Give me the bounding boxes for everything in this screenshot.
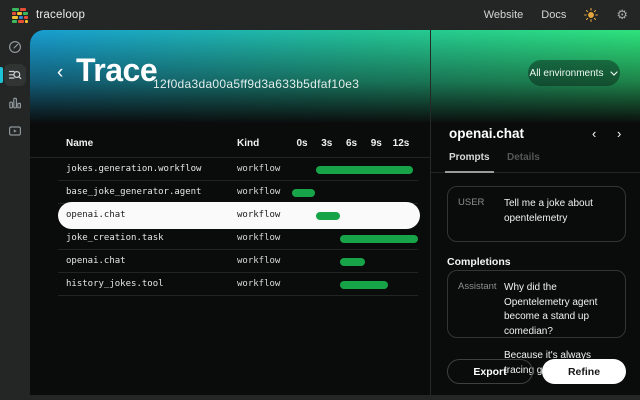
detail-actions: Export Refine — [447, 359, 626, 384]
app-window: traceloop Website Docs ⚙ — [0, 0, 640, 400]
span-detail-panel: openai.chat ‹ › Prompts Details USER Tel… — [430, 30, 640, 395]
docs-link[interactable]: Docs — [541, 9, 566, 21]
website-link[interactable]: Website — [484, 9, 524, 21]
span-kind: workflow — [237, 181, 280, 204]
trace-table-row[interactable]: history_jokes.tool workflow — [30, 273, 430, 296]
tab-prompts[interactable]: Prompts — [445, 152, 494, 173]
trace-table-row[interactable]: base_joke_generator.agent workflow — [30, 181, 430, 204]
tab-details[interactable]: Details — [505, 152, 542, 171]
gauge-icon — [8, 40, 22, 54]
span-duration-bar — [316, 212, 340, 220]
timeline-tick: 9s — [371, 130, 382, 157]
topbar: traceloop Website Docs ⚙ — [0, 0, 640, 30]
traceloop-logo-icon — [12, 8, 29, 23]
sidebar-item-playground[interactable] — [4, 120, 26, 142]
export-button[interactable]: Export — [447, 359, 533, 384]
next-span-chevron-icon[interactable]: › — [617, 126, 621, 141]
sidebar-item-dashboard[interactable] — [4, 36, 26, 58]
column-header-kind: Kind — [237, 130, 259, 157]
brand: traceloop — [12, 8, 85, 23]
span-duration-bar — [340, 235, 418, 243]
brand-name: traceloop — [36, 9, 85, 21]
settings-gear-icon[interactable]: ⚙ — [616, 9, 628, 22]
span-name: openai.chat — [66, 250, 126, 273]
topbar-links: Website Docs ⚙ — [484, 8, 628, 22]
timeline-tick: 0s — [296, 130, 307, 157]
back-chevron-icon[interactable]: ‹ — [57, 63, 63, 82]
trace-id: 12f0da3da00a5ff9d3a633b5dfaf10e3 — [153, 77, 359, 91]
bar-chart-icon — [8, 96, 22, 110]
trace-rows: jokes.generation.workflowworkflowbase_jo… — [30, 158, 430, 296]
span-name: base_joke_generator.agent — [66, 181, 201, 204]
timeline-tick: 12s — [393, 130, 410, 157]
span-duration-bar — [292, 189, 315, 197]
trace-table-row[interactable]: openai.chat workflow — [30, 250, 430, 273]
span-name: jokes.generation.workflow — [66, 158, 201, 181]
column-header-name: Name — [66, 130, 93, 157]
trace-table-header: Name Kind 0s 3s 6s 9s 12s — [30, 130, 430, 158]
span-name: openai.chat — [66, 204, 126, 227]
completion-role-label: Assistant — [458, 281, 498, 327]
main-panel: ‹ Trace 12f0da3da00a5ff9d3a633b5dfaf10e3… — [30, 30, 640, 395]
span-kind: workflow — [237, 227, 280, 250]
prompt-message: Tell me a joke about opentelemetry — [504, 197, 615, 231]
timeline-tick: 6s — [346, 130, 357, 157]
trace-table-row[interactable]: jokes.generation.workflow workflow — [30, 158, 430, 181]
trace-table-row[interactable]: openai.chat workflow — [30, 204, 430, 227]
span-detail-title: openai.chat — [449, 126, 524, 141]
completion-line-1: Why did the Opentelemetry agent become a… — [504, 281, 615, 339]
span-kind: workflow — [237, 273, 280, 296]
sidebar-nav — [0, 30, 30, 400]
span-kind: workflow — [237, 250, 280, 273]
sidebar-item-traces[interactable] — [4, 64, 26, 86]
completion-message: Why did the Opentelemetry agent become a… — [504, 281, 615, 327]
trace-span-table: Name Kind 0s 3s 6s 9s 12s jokes.generation.w… — [30, 130, 430, 296]
sidebar-item-analytics[interactable] — [4, 92, 26, 114]
video-play-icon — [8, 124, 22, 138]
trace-search-icon — [8, 68, 22, 82]
span-name: joke_creation.task — [66, 227, 164, 250]
theme-toggle-sun-icon[interactable] — [584, 8, 598, 22]
span-name: history_jokes.tool — [66, 273, 164, 296]
refine-button[interactable]: Refine — [542, 359, 626, 384]
timeline-tick: 3s — [321, 130, 332, 157]
assistant-completion-box: Assistant Why did the Opentelemetry agen… — [447, 270, 626, 338]
span-kind: workflow — [237, 158, 280, 181]
detail-tabs: Prompts Details — [431, 152, 640, 173]
span-duration-bar — [340, 258, 365, 266]
trace-table-row[interactable]: joke_creation.task workflow — [30, 227, 430, 250]
span-kind: workflow — [237, 204, 280, 227]
span-duration-bar — [340, 281, 388, 289]
prev-span-chevron-icon[interactable]: ‹ — [592, 126, 596, 141]
page-title: Trace — [76, 52, 157, 89]
prompt-role-label: USER — [458, 197, 498, 231]
user-prompt-box: USER Tell me a joke about opentelemetry — [447, 186, 626, 242]
span-duration-bar — [316, 166, 413, 174]
completions-heading: Completions — [447, 256, 511, 268]
